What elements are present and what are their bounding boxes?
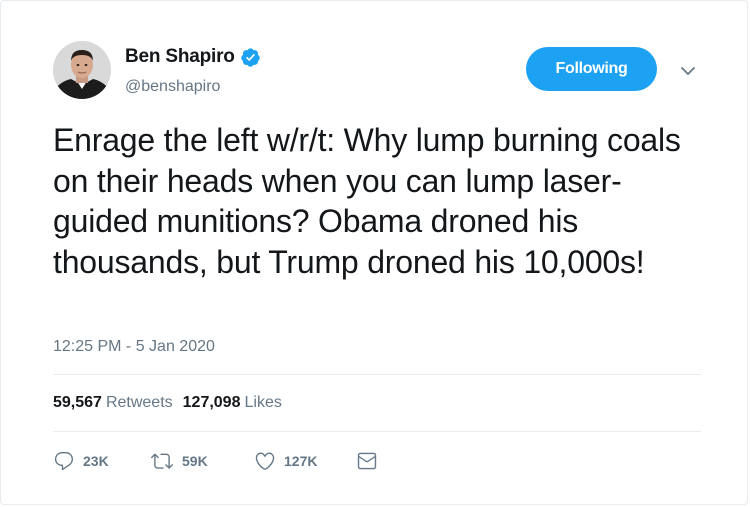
tweet-stats: 59,567 Retweets 127,098 Likes bbox=[53, 394, 282, 412]
retweet-button[interactable]: 59K bbox=[150, 446, 208, 476]
divider bbox=[53, 374, 701, 375]
tweet-actions: 23K 59K 127K bbox=[53, 446, 453, 476]
like-button[interactable]: 127K bbox=[254, 446, 317, 476]
more-options-chevron-down-icon[interactable] bbox=[679, 64, 697, 78]
direct-message-button[interactable] bbox=[356, 446, 378, 476]
likes-label: Likes bbox=[244, 394, 282, 411]
avatar[interactable] bbox=[53, 41, 111, 99]
likes-count: 127,098 bbox=[182, 394, 241, 411]
author-name-row: Ben Shapiro bbox=[125, 46, 261, 68]
tweet-timestamp[interactable]: 12:25 PM - 5 Jan 2020 bbox=[53, 338, 215, 356]
retweet-icon bbox=[151, 453, 173, 469]
author-display-name[interactable]: Ben Shapiro bbox=[125, 46, 235, 68]
reply-icon bbox=[54, 452, 74, 471]
reply-count: 23K bbox=[83, 453, 109, 469]
tweet-card: Ben Shapiro @benshapiro Following Enrage… bbox=[0, 0, 748, 505]
like-count: 127K bbox=[284, 453, 318, 469]
retweets-stat[interactable]: 59,567 Retweets bbox=[53, 394, 173, 412]
retweets-count: 59,567 bbox=[53, 394, 102, 411]
profile-photo-icon bbox=[53, 41, 111, 99]
verified-badge-icon bbox=[240, 47, 261, 68]
tweet-text: Enrage the left w/r/t: Why lump burning … bbox=[53, 122, 681, 280]
retweet-count: 59K bbox=[182, 453, 208, 469]
envelope-icon bbox=[357, 452, 377, 470]
divider bbox=[53, 431, 701, 432]
author-handle[interactable]: @benshapiro bbox=[125, 78, 220, 96]
heart-icon bbox=[255, 452, 275, 470]
likes-stat[interactable]: 127,098 Likes bbox=[183, 394, 282, 412]
reply-button[interactable]: 23K bbox=[53, 446, 109, 476]
following-button[interactable]: Following bbox=[526, 47, 657, 91]
retweets-label: Retweets bbox=[105, 394, 173, 411]
